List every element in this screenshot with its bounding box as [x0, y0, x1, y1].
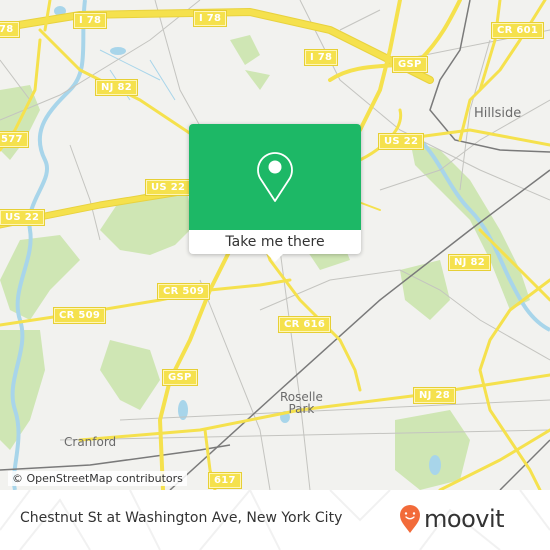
moovit-logo[interactable]: moovit — [399, 500, 505, 538]
footer-bar: Chestnut St at Washington Ave, New York … — [0, 490, 550, 550]
stop-title: Chestnut St at Washington Ave, New York … — [20, 510, 343, 526]
map-attribution[interactable]: © OpenStreetMap contributors — [8, 471, 187, 486]
route-shield-i78: I 78 — [303, 49, 339, 66]
route-shield-i78: I 78 — [192, 10, 228, 27]
popup-pointer — [267, 254, 283, 262]
take-me-there-button[interactable]: Take me there — [189, 230, 361, 254]
route-shield-i78: I 78 — [72, 12, 108, 29]
route-shield-cr601: CR 601 — [490, 22, 545, 39]
place-label-roselle-park: Roselle Park — [280, 390, 323, 416]
route-shield-cr509: CR 509 — [156, 283, 211, 300]
moovit-pin-icon — [400, 505, 420, 533]
popup-header[interactable] — [189, 124, 361, 230]
place-label-cranford: Cranford — [64, 435, 117, 449]
route-shield-nj28: NJ 28 — [413, 387, 456, 404]
route-shield-us22: US 22 — [377, 133, 425, 150]
route-shield-gsp: GSP — [392, 56, 428, 73]
route-shield-us22: US 22 — [144, 179, 192, 196]
route-shield-cr509: CR 509 — [52, 307, 107, 324]
route-shield-us22: US 22 — [0, 209, 46, 226]
route-shield-nj82: NJ 82 — [448, 254, 491, 271]
map-pin-icon — [257, 152, 293, 202]
route-shield-cr616: CR 616 — [277, 316, 332, 333]
place-label-hillside: Hillside — [474, 106, 522, 121]
route-shield-cr577: 577 — [0, 131, 29, 148]
route-shield-gsp: GSP — [162, 369, 198, 386]
moovit-wordmark: moovit — [424, 505, 505, 533]
take-me-there-popup[interactable]: Take me there — [189, 124, 361, 254]
route-shield-nj82: NJ 82 — [95, 79, 138, 96]
route-shield-i78: 78 — [0, 21, 20, 38]
route-shield-cr617: 617 — [208, 472, 242, 489]
